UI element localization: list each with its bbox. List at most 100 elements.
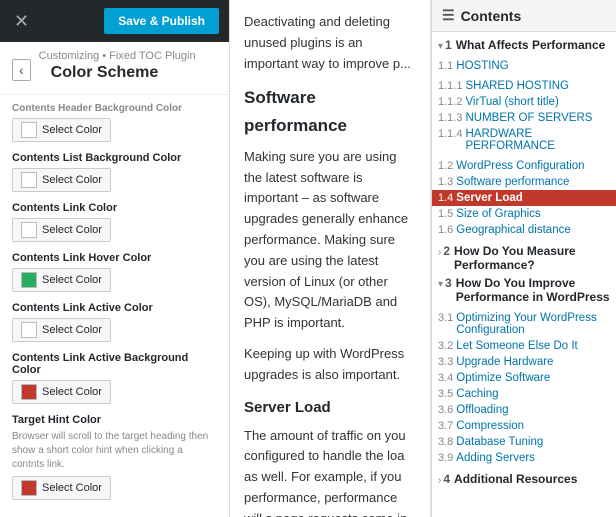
select-color-btn-target-hint[interactable]: Select Color (12, 476, 111, 500)
color-row-link-hover: Contents Link Hover Color Select Color (12, 252, 217, 292)
toc-section-row-1: ▾1 What Affects Performance (432, 36, 616, 54)
toc-subitem-1-1-3: 1.1.3NUMBER OF SERVERS (432, 110, 616, 126)
toc-item-1-4: 1.4Server Load (432, 190, 616, 206)
toc-subitem-num-1-1-4: 1.1.4 (438, 128, 462, 140)
color-label-link-hover: Contents Link Hover Color (12, 252, 217, 264)
color-row-link-color: Contents Link Color Select Color (12, 202, 217, 242)
toc-section-num-4: 4 (443, 472, 450, 486)
toc-item-row-3-2: 3.2Let Someone Else Do It (432, 338, 616, 354)
color-swatch-link-active (21, 322, 37, 338)
toc-section-4: ›4 Additional Resources (432, 470, 616, 488)
toc-subitem-link-1-1-4[interactable]: HARDWARE PERFORMANCE (465, 128, 610, 152)
select-color-btn-link-active[interactable]: Select Color (12, 318, 111, 342)
software-paragraph: Making sure you are using the latest sof… (244, 147, 416, 334)
toc-subitem-link-1-1-3[interactable]: NUMBER OF SERVERS (465, 112, 592, 124)
color-label-target-hint: Target Hint Color (12, 414, 217, 426)
toc-item-3-8: 3.8Database Tuning (432, 434, 616, 450)
color-label-link-active-bg: Contents Link Active Background Color (12, 352, 217, 376)
color-row-header-bg: Contents Header Background ColorSelect C… (12, 103, 217, 142)
color-row-link-active-bg: Contents Link Active Background Color Sel… (12, 352, 217, 404)
toc-item-link-3-7[interactable]: Compression (456, 420, 524, 432)
toc-item-link-3-9[interactable]: Adding Servers (456, 452, 535, 464)
toc-item-row-3-4: 3.4Optimize Software (432, 370, 616, 386)
toc-item-link-3-4[interactable]: Optimize Software (456, 372, 550, 384)
chevron-icon-1[interactable]: ▾ (438, 41, 443, 52)
toc-item-3-4: 3.4Optimize Software (432, 370, 616, 386)
toc-section-row-2: ›2How Do You Measure Performance? (432, 242, 616, 274)
color-row-link-active: Contents Link Active Color Select Color (12, 302, 217, 342)
toc-item-num-1-2: 1.2 (438, 160, 453, 172)
toc-item-link-3-6[interactable]: Offloading (456, 404, 508, 416)
select-color-label-header-bg: Select Color (42, 124, 102, 136)
toc-item-link-3-3[interactable]: Upgrade Hardware (456, 356, 553, 368)
toc-section-link-3[interactable]: How Do You Improve Performance in WordPr… (456, 276, 610, 304)
toc-item-row-3-9: 3.9Adding Servers (432, 450, 616, 466)
toc-sublist-3: 3.1Optimizing Your WordPress Configurati… (432, 306, 616, 470)
toc-item-3-9: 3.9Adding Servers (432, 450, 616, 466)
toc-section-link-2[interactable]: How Do You Measure Performance? (454, 244, 610, 272)
toc-item-row-1-4: 1.4Server Load (432, 190, 616, 206)
toc-section-2: ›2How Do You Measure Performance? (432, 242, 616, 274)
toc-section-link-1[interactable]: What Affects Performance (456, 38, 606, 52)
color-swatch-header-bg (21, 122, 37, 138)
chevron-icon-4[interactable]: › (438, 475, 441, 486)
toc-item-3-2: 3.2Let Someone Else Do It (432, 338, 616, 354)
toc-section-num-3: 3 (445, 276, 452, 290)
toc-item-num-1-1: 1.1 (438, 60, 453, 72)
toc-item-link-1-4[interactable]: Server Load (456, 192, 522, 204)
toc-subitem-link-1-1-1[interactable]: SHARED HOSTING (465, 80, 569, 92)
toc-item-num-3-5: 3.5 (438, 388, 453, 400)
toc-item-link-3-5[interactable]: Caching (456, 388, 498, 400)
toc-subitem-row-1-1-3: 1.1.3NUMBER OF SERVERS (432, 110, 616, 126)
color-label-link-active: Contents Link Active Color (12, 302, 217, 314)
toc-subitem-link-1-1-2[interactable]: VirTual (short title) (465, 96, 558, 108)
toc-item-num-3-4: 3.4 (438, 372, 453, 384)
toc-item-num-3-8: 3.8 (438, 436, 453, 448)
toc-item-1-3: 1.3Software performance (432, 174, 616, 190)
toc-item-link-1-6[interactable]: Geographical distance (456, 224, 570, 236)
toc-item-row-1-1: 1.1HOSTING (432, 58, 616, 74)
back-button[interactable]: ‹ (12, 59, 31, 81)
toc-item-3-6: 3.6Offloading (432, 402, 616, 418)
toc-item-row-3-8: 3.8Database Tuning (432, 434, 616, 450)
select-color-label-target-hint: Select Color (42, 482, 102, 494)
toc-item-link-3-8[interactable]: Database Tuning (456, 436, 543, 448)
section-title: Color Scheme (39, 62, 196, 90)
toc-item-row-3-7: 3.7Compression (432, 418, 616, 434)
toc-item-1-2: 1.2WordPress Configuration (432, 158, 616, 174)
select-color-label-link-active: Select Color (42, 324, 102, 336)
select-color-btn-link-color[interactable]: Select Color (12, 218, 111, 242)
toc-item-num-1-4: 1.4 (438, 192, 453, 204)
toc-item-num-3-2: 3.2 (438, 340, 453, 352)
select-color-btn-list-bg[interactable]: Select Color (12, 168, 111, 192)
toc-item-link-1-1[interactable]: HOSTING (456, 60, 508, 72)
chevron-icon-3[interactable]: ▾ (438, 279, 443, 290)
toc-item-3-5: 3.5Caching (432, 386, 616, 402)
toc-item-link-1-2[interactable]: WordPress Configuration (456, 160, 584, 172)
select-color-btn-link-hover[interactable]: Select Color (12, 268, 111, 292)
toc-item-link-1-5[interactable]: Size of Graphics (456, 208, 540, 220)
toc-section-num-1: 1 (445, 38, 452, 52)
color-row-target-hint: Target Hint ColorBrowser will scroll to … (12, 414, 217, 500)
toc-item-link-3-1[interactable]: Optimizing Your WordPress Configuration (456, 312, 610, 336)
select-color-label-link-hover: Select Color (42, 274, 102, 286)
wp-paragraph: Keeping up with WordPress upgrades is al… (244, 344, 416, 386)
toc-subitem-row-1-1-2: 1.1.2VirTual (short title) (432, 94, 616, 110)
save-publish-button[interactable]: Save & Publish (104, 8, 219, 34)
chevron-icon-2[interactable]: › (438, 247, 441, 258)
color-swatch-link-hover (21, 272, 37, 288)
toc-item-num-1-3: 1.3 (438, 176, 453, 188)
select-color-btn-header-bg[interactable]: Select Color (12, 118, 111, 142)
toc-item-link-1-3[interactable]: Software performance (456, 176, 569, 188)
toc-item-row-3-3: 3.3Upgrade Hardware (432, 354, 616, 370)
toc-icon: ☰ (442, 7, 455, 24)
toc-item-link-3-2[interactable]: Let Someone Else Do It (456, 340, 577, 352)
select-color-btn-link-active-bg[interactable]: Select Color (12, 380, 111, 404)
toc-item-3-7: 3.7Compression (432, 418, 616, 434)
toc-section-row-3: ▾3 How Do You Improve Performance in Word… (432, 274, 616, 306)
color-label-link-color: Contents Link Color (12, 202, 217, 214)
close-button[interactable]: ✕ (10, 12, 33, 30)
color-swatch-list-bg (21, 172, 37, 188)
toc-section-link-4[interactable]: Additional Resources (454, 472, 577, 486)
toc-subitem-1-1-1: 1.1.1SHARED HOSTING (432, 78, 616, 94)
